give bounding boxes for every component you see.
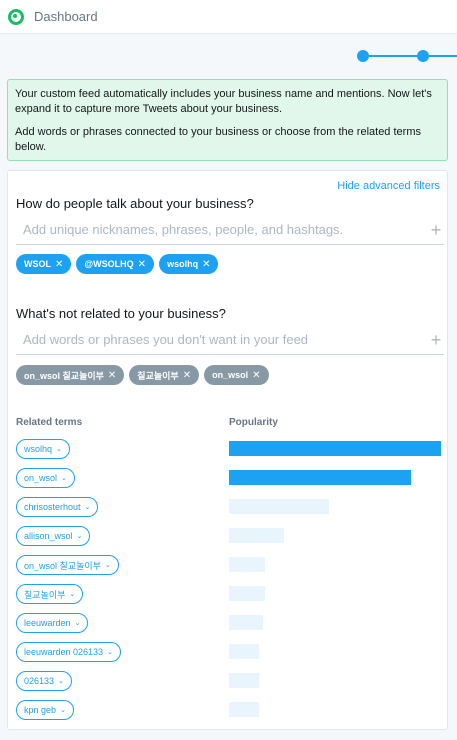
remove-tag-icon[interactable]: ✕ <box>183 370 191 381</box>
related-term-pill[interactable]: chrisosterhout ⌄ <box>16 497 99 517</box>
chevron-down-icon: ⌄ <box>84 504 91 511</box>
step-line <box>429 55 457 57</box>
popularity-bar <box>229 470 411 485</box>
filter-tag-label: WSOL <box>24 259 51 269</box>
top-bar: Dashboard <box>0 0 457 34</box>
step-dot-1 <box>357 50 369 62</box>
include-tags: WSOL ✕ @WSOLHQ ✕ wsolhq ✕ <box>16 254 219 274</box>
chevron-down-icon: ⌄ <box>58 678 64 685</box>
remove-tag-icon[interactable]: ✕ <box>252 370 260 381</box>
chevron-down-icon: ⌄ <box>60 707 66 714</box>
remove-tag-icon[interactable]: ✕ <box>202 259 210 270</box>
related-term-pill[interactable]: leeuwarden 026133 ⌄ <box>16 642 121 662</box>
popularity-bar <box>229 615 263 630</box>
info-banner: Your custom feed automatically includes … <box>7 79 448 161</box>
include-question: How do people talk about your business? <box>16 196 254 211</box>
related-term-label: leeuwarden 026133 <box>24 647 104 657</box>
popularity-bar <box>229 557 265 572</box>
exclude-input[interactable] <box>16 332 428 347</box>
related-term-label: 026133 <box>24 676 55 686</box>
exclude-question: What's not related to your business? <box>16 306 226 321</box>
logo-icon <box>8 8 24 25</box>
related-term-label: 칠교놀이부 <box>24 589 66 600</box>
include-input[interactable] <box>16 222 428 237</box>
chevron-down-icon: ⌄ <box>74 620 81 627</box>
popularity-bar <box>229 441 441 456</box>
filter-tag-label: @WSOLHQ <box>84 259 134 269</box>
add-exclude-button[interactable]: + <box>428 331 444 349</box>
related-term-label: on_wsol <box>24 473 58 483</box>
info-text-2: Add words or phrases connected to your b… <box>15 126 421 153</box>
filters-card: Hide advanced filters How do people talk… <box>7 170 448 730</box>
related-term-label: chrisosterhout <box>24 502 81 512</box>
related-term-pill[interactable]: allison_wsol ⌄ <box>16 526 91 546</box>
filter-tag[interactable]: @WSOLHQ ✕ <box>76 254 155 274</box>
related-term-label: on_wsol 칠교놀이부 <box>24 560 101 571</box>
exclude-field: + <box>16 325 444 355</box>
chevron-down-icon: ⌄ <box>104 562 111 569</box>
related-term-pill[interactable]: on_wsol 칠교놀이부 ⌄ <box>16 555 119 575</box>
add-include-button[interactable]: + <box>428 221 444 239</box>
popularity-bar <box>229 528 284 543</box>
app-title[interactable]: Dashboard <box>34 9 98 24</box>
filter-tag-label: 칠교놀이부 <box>137 370 179 381</box>
chevron-down-icon: ⌄ <box>107 649 113 656</box>
remove-tag-icon[interactable]: ✕ <box>138 259 146 270</box>
related-term-pill[interactable]: on_wsol ⌄ <box>16 468 75 488</box>
filter-tag[interactable]: 칠교놀이부 ✕ <box>129 365 200 385</box>
related-term-label: wsolhq <box>24 444 53 454</box>
popularity-bar <box>229 499 329 514</box>
popularity-bar <box>229 586 265 601</box>
related-term-pill[interactable]: wsolhq ⌄ <box>16 439 70 459</box>
remove-tag-icon[interactable]: ✕ <box>108 370 116 381</box>
filter-tag[interactable]: on_wsol 칠교놀이부 ✕ <box>16 365 125 385</box>
popularity-bar <box>229 644 259 659</box>
filter-tag-label: on_wsol 칠교놀이부 <box>24 370 104 381</box>
related-term-label: kpn geb <box>24 705 57 715</box>
remove-tag-icon[interactable]: ✕ <box>55 259 63 270</box>
related-term-label: leeuwarden <box>24 618 71 628</box>
popularity-bar <box>229 673 259 688</box>
hide-advanced-filters-link[interactable]: Hide advanced filters <box>337 180 440 192</box>
chevron-down-icon: ⌄ <box>69 591 76 598</box>
filter-tag-label: on_wsol <box>212 370 249 380</box>
chevron-down-icon: ⌄ <box>76 533 83 540</box>
related-term-pill[interactable]: 026133 ⌄ <box>16 671 72 691</box>
popularity-bar <box>229 702 259 717</box>
progress-stepper <box>357 49 457 63</box>
related-term-label: allison_wsol <box>24 531 73 541</box>
step-line <box>369 55 417 57</box>
related-terms-header: Related terms <box>16 417 83 428</box>
chevron-down-icon: ⌄ <box>56 446 62 453</box>
related-term-pill[interactable]: kpn geb ⌄ <box>16 700 74 720</box>
exclude-tags: on_wsol 칠교놀이부 ✕ 칠교놀이부 ✕ on_wsol ✕ <box>16 365 269 385</box>
related-term-pill[interactable]: 칠교놀이부 ⌄ <box>16 584 84 604</box>
info-text-1: Your custom feed automatically includes … <box>15 88 432 115</box>
filter-tag[interactable]: WSOL ✕ <box>16 254 72 274</box>
step-dot-2 <box>417 50 429 62</box>
filter-tag[interactable]: on_wsol ✕ <box>204 365 269 385</box>
related-term-pill[interactable]: leeuwarden ⌄ <box>16 613 89 633</box>
chevron-down-icon: ⌄ <box>61 475 67 482</box>
popularity-header: Popularity <box>229 417 278 428</box>
filter-tag-label: wsolhq <box>167 259 199 269</box>
include-field: + <box>16 215 444 245</box>
filter-tag[interactable]: wsolhq ✕ <box>159 254 219 274</box>
